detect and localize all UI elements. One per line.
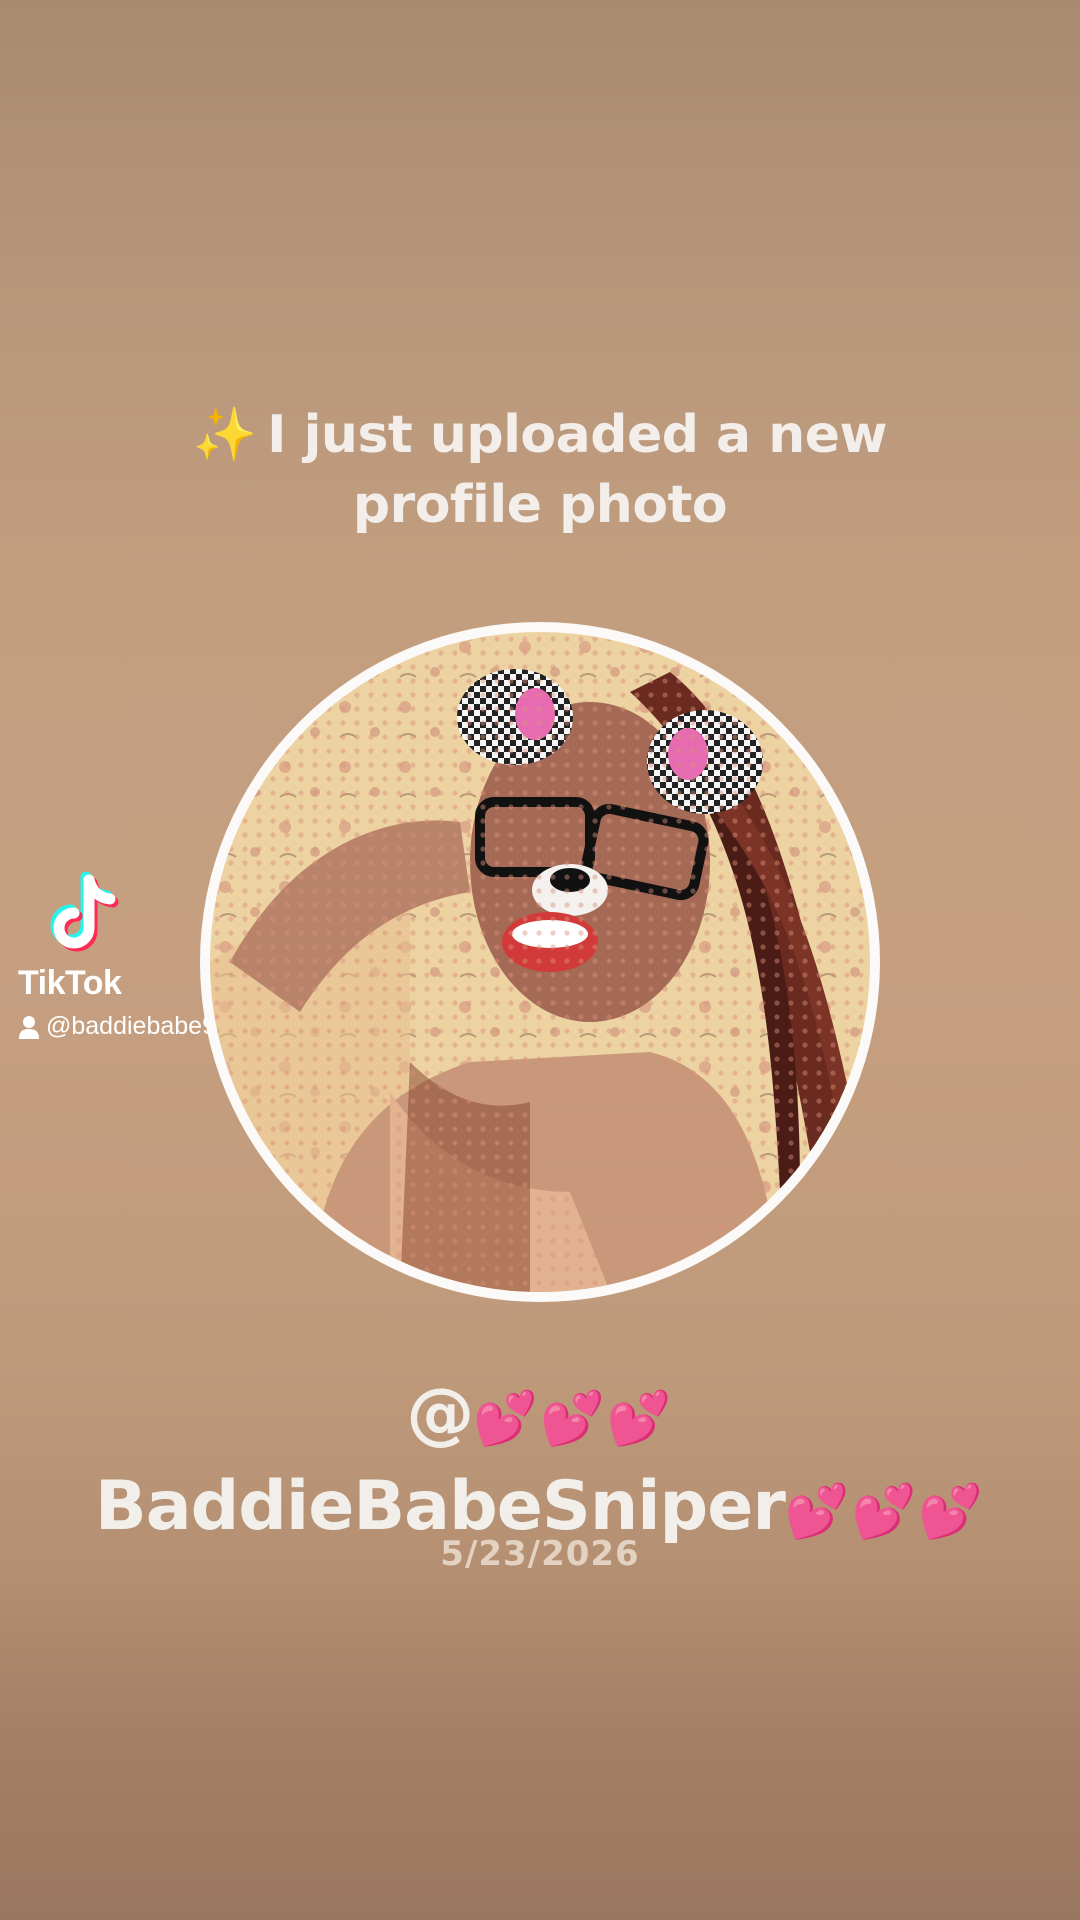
tiktok-logo-icon bbox=[50, 872, 119, 952]
profile-photo bbox=[210, 632, 870, 1292]
hearts-emoji-2: 💕💕💕 bbox=[784, 1482, 986, 1542]
profile-photo-image bbox=[210, 632, 870, 1292]
headline-line-1-text: I just uploaded a new bbox=[267, 405, 888, 465]
profile-photo-frame bbox=[200, 622, 880, 1302]
handle-prefix: @ bbox=[406, 1374, 474, 1453]
sparkle-icon: ✨ bbox=[192, 405, 258, 465]
profile-handle-line-1: @💕💕💕 bbox=[80, 1370, 1000, 1463]
headline-line-2: profile photo bbox=[352, 475, 728, 535]
profile-handle: @💕💕💕 BaddieBabeSniper💕💕💕 bbox=[80, 1370, 1000, 1556]
upload-date: 5/23/2026 bbox=[440, 1534, 640, 1574]
hearts-emoji-1: 💕💕💕 bbox=[473, 1389, 674, 1449]
headline-text: ✨ I just uploaded a new profile photo bbox=[140, 400, 940, 540]
headline-line-1: ✨ I just uploaded a new bbox=[140, 400, 940, 470]
person-icon bbox=[19, 1015, 39, 1039]
tiktok-brand-label: TikTok bbox=[18, 964, 122, 1002]
